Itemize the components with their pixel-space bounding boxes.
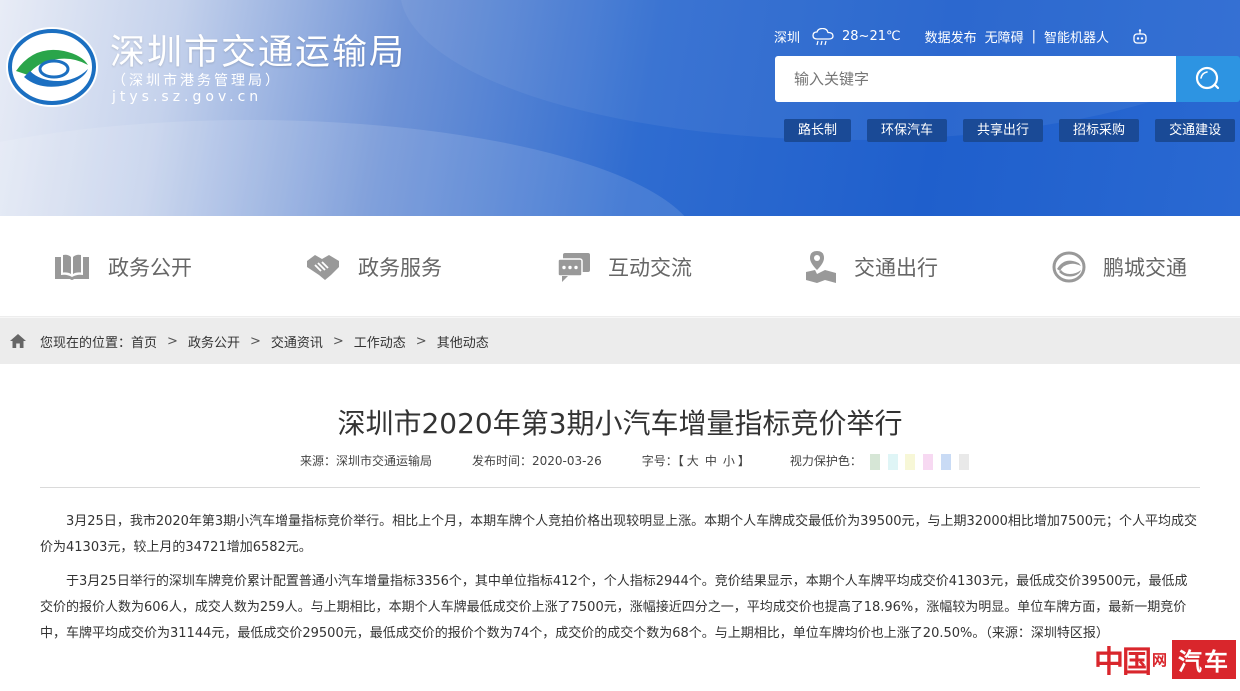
map-pin-icon: [806, 251, 836, 283]
article-meta: 来源：深圳市交通运输局 发布时间：2020-03-26 字号：【大中小】 视力保…: [300, 452, 969, 470]
nav-item-label: 互动交流: [608, 256, 692, 280]
quick-link-shared-travel[interactable]: 共享出行: [963, 119, 1044, 142]
breadcrumb-traffic-news[interactable]: 交通资讯: [271, 332, 323, 351]
banner-decor-wave: [0, 120, 700, 216]
breadcrumb-home[interactable]: 首页: [131, 332, 157, 351]
breadcrumb-arrow: >: [167, 333, 178, 349]
article-source: 来源：深圳市交通运输局: [300, 454, 433, 469]
nav-item-gov-affairs[interactable]: 政务公开: [53, 247, 192, 287]
nav-item-traffic-travel[interactable]: 交通出行: [805, 247, 938, 287]
breadcrumb-work-news[interactable]: 工作动态: [354, 332, 406, 351]
search-box: [775, 56, 1240, 102]
divider: [40, 487, 1200, 488]
home-icon[interactable]: [10, 334, 26, 348]
book-icon: [55, 254, 89, 280]
nav-item-label: 鹏城交通: [1103, 256, 1187, 280]
cloud-rain-icon: [812, 27, 834, 45]
font-size-control: 字号：【大中小】: [642, 452, 750, 469]
article-publish-time: 发布时间：2020-03-26: [472, 454, 602, 469]
nav-item-label: 交通出行: [854, 256, 938, 280]
bureau-logo-icon[interactable]: [4, 25, 100, 109]
article-paragraph: 于3月25日举行的深圳车牌竞价累计配置普通小汽车增量指标3356个，其中单位指标…: [40, 574, 1188, 641]
quick-link-road-chief[interactable]: 路长制: [784, 119, 852, 142]
robot-icon[interactable]: [1131, 28, 1149, 45]
site-url: jtys.sz.gov.cn: [112, 89, 263, 105]
robot-link[interactable]: 智能机器人: [1044, 27, 1109, 46]
nav-item-gov-services[interactable]: 政务服务: [305, 247, 442, 287]
top-bar: 深圳 28~21℃ 数据发布 无障碍 | 智能机器人: [774, 27, 1149, 46]
font-size-large[interactable]: 大: [687, 454, 699, 468]
accessibility-link[interactable]: 无障碍: [985, 27, 1024, 46]
article-paragraph: 3月25日，我市2020年第3期小汽车增量指标竞价举行。相比上个月，本期车牌个人…: [40, 514, 1197, 555]
breadcrumb: 您现在的位置： 首页 > 政务公开 > 交通资讯 > 工作动态 > 其他动态: [0, 318, 1240, 364]
main-nav: 政务公开 政务服务 互动交流 交通出行 鹏城交通: [0, 216, 1240, 317]
eye-color-swatch[interactable]: [905, 453, 916, 470]
search-icon: [1195, 66, 1220, 90]
font-size-label: 字号：: [641, 454, 678, 469]
eye-color-swatch[interactable]: [887, 453, 898, 470]
data-release-link[interactable]: 数据发布: [925, 27, 977, 46]
eye-care-label: 视力保护色：: [789, 454, 862, 468]
site-subtitle: （深圳市港务管理局）: [112, 73, 282, 89]
chinanet-auto-watermark: 中国 网 汽车: [1094, 637, 1236, 681]
watermark-car: 汽车: [1172, 639, 1236, 679]
font-size-medium[interactable]: 中: [705, 454, 717, 468]
temperature: 28~21℃: [842, 29, 901, 44]
watermark-china: 中国: [1093, 645, 1152, 680]
font-size-bracket-close: 】: [737, 454, 750, 469]
chat-icon: [557, 253, 590, 282]
search-input[interactable]: [775, 56, 1176, 102]
watermark-net: 网: [1151, 650, 1167, 669]
nav-item-label: 政务服务: [358, 256, 442, 280]
city-label: 深圳: [774, 31, 801, 46]
breadcrumb-gov-affairs[interactable]: 政务公开: [188, 332, 240, 351]
eye-color-swatch[interactable]: [941, 453, 952, 470]
nav-item-pengcheng-traffic[interactable]: 鹏城交通: [1052, 247, 1187, 287]
eye-care-color-control: 视力保护色：: [790, 452, 969, 470]
handshake-icon: [307, 255, 339, 280]
breadcrumb-prefix: 您现在的位置：: [40, 335, 132, 351]
eye-color-swatch[interactable]: [869, 453, 880, 470]
eye-color-swatch[interactable]: [958, 453, 969, 470]
separator: |: [1031, 29, 1037, 44]
search-button[interactable]: [1176, 56, 1240, 102]
nav-item-label: 政务公开: [108, 256, 192, 280]
quick-links: 路长制 环保汽车 共享出行 招标采购 交通建设: [784, 119, 1236, 142]
nav-item-interaction[interactable]: 互动交流: [557, 247, 692, 287]
quick-link-tender[interactable]: 招标采购: [1059, 119, 1140, 142]
breadcrumb-arrow: >: [332, 333, 344, 349]
font-size-bracket-open: 【: [677, 454, 684, 469]
font-size-small[interactable]: 小: [723, 454, 735, 468]
breadcrumb-other-news[interactable]: 其他动态: [437, 332, 489, 351]
breadcrumb-arrow: >: [415, 333, 427, 349]
swirl-logo-icon: [1052, 251, 1086, 283]
eye-color-swatch[interactable]: [923, 453, 934, 470]
article-title: 深圳市2020年第3期小汽车增量指标竞价举行: [337, 407, 903, 440]
breadcrumb-arrow: >: [249, 333, 261, 349]
site-title[interactable]: 深圳市交通运输局: [110, 24, 406, 75]
article: 深圳市2020年第3期小汽车增量指标竞价举行 来源：深圳市交通运输局 发布时间：…: [0, 364, 1240, 691]
quick-link-eco-cars[interactable]: 环保汽车: [867, 119, 948, 142]
quick-link-construction[interactable]: 交通建设: [1155, 119, 1236, 142]
header-banner: 深圳市交通运输局 （深圳市港务管理局） jtys.sz.gov.cn 深圳 28…: [0, 0, 1240, 216]
